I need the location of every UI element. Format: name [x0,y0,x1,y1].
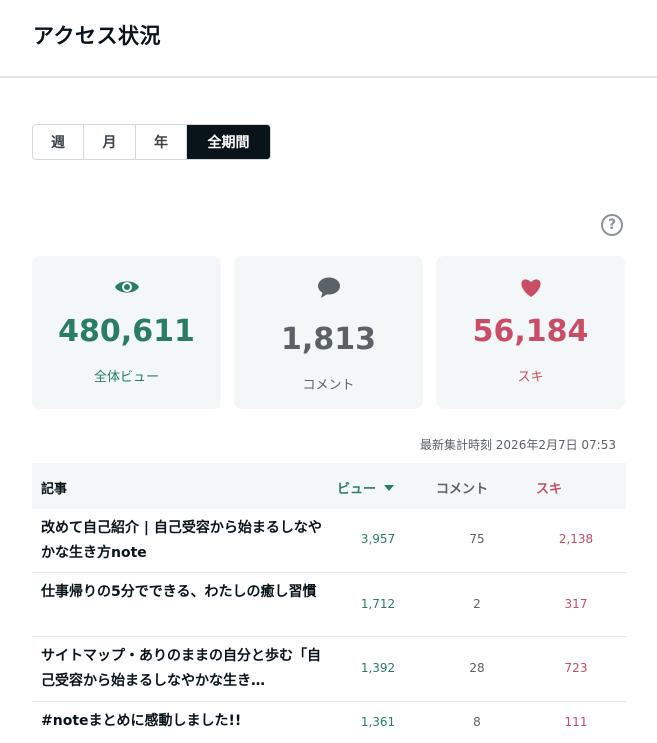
views-card: 480,611 全体ビュー [32,256,221,409]
article-comments: 8 [473,715,481,729]
comment-bubble-icon [234,277,423,299]
help-icon[interactable]: ? [601,214,623,236]
period-tabs: 週 月 年 全期間 [32,124,271,160]
total-views-label: 全体ビュー [93,370,159,385]
article-views: 1,392 [360,661,396,675]
total-likes-value: 56,184 [472,314,589,349]
column-header-views-sort[interactable]: ビュー [337,478,395,497]
column-header-comments: コメント [436,482,489,497]
article-views: 3,957 [360,532,396,546]
likes-card: 56,184 スキ [436,256,625,409]
article-likes: 111 [564,715,588,729]
article-likes: 2,138 [558,532,594,546]
article-views: 1,361 [360,715,396,729]
article-likes: 723 [564,661,588,675]
table-header-row: 記事 ビュー コメント スキ [32,463,626,509]
page-header: アクセス状況 [0,0,657,78]
tab-month[interactable]: 月 [84,125,136,159]
tab-week[interactable]: 週 [33,125,84,159]
column-header-article: 記事 [41,482,68,497]
total-comments-value: 1,813 [281,322,376,357]
article-title-link[interactable]: 仕事帰りの5分でできる、わたしの癒し習慣 [41,580,327,605]
table-row: #noteまとめに感動しました!! 1,361 8 111 [32,702,626,743]
column-header-likes: スキ [536,482,563,497]
sort-down-icon [384,485,395,491]
total-comments-label: コメント [302,378,355,393]
column-header-views-label: ビュー [337,482,377,497]
article-comments: 75 [469,532,485,546]
page-title: アクセス状況 [33,24,161,48]
article-likes: 317 [564,597,588,611]
article-title-link[interactable]: #noteまとめに感動しました!! [41,709,327,734]
article-comments: 28 [469,661,485,675]
total-likes-label: スキ [517,370,544,385]
comments-card: 1,813 コメント [234,256,423,409]
total-views-value: 480,611 [58,314,195,349]
table-row: 改めて自己紹介 | 自己受容から始まるしなやかな生き方note 3,957 75… [32,509,626,573]
article-title-link[interactable]: 改めて自己紹介 | 自己受容から始まるしなやかな生き方note [41,516,327,566]
table-row: 仕事帰りの5分でできる、わたしの癒し習慣 1,712 2 317 [32,573,626,637]
article-title-link[interactable]: サイトマップ・ありのままの自分と歩む「自己受容から始まるしなやかな生き… [41,644,327,694]
table-row: サイトマップ・ありのままの自分と歩む「自己受容から始まるしなやかな生き… 1,3… [32,637,626,702]
tab-all-time[interactable]: 全期間 [187,125,270,159]
article-views: 1,712 [360,597,396,611]
heart-icon [436,277,625,298]
last-updated-text: 最新集計時刻 2026年2月7日 07:53 [419,438,616,452]
tab-year[interactable]: 年 [136,125,187,159]
eye-icon [32,278,221,296]
article-comments: 2 [473,597,481,611]
